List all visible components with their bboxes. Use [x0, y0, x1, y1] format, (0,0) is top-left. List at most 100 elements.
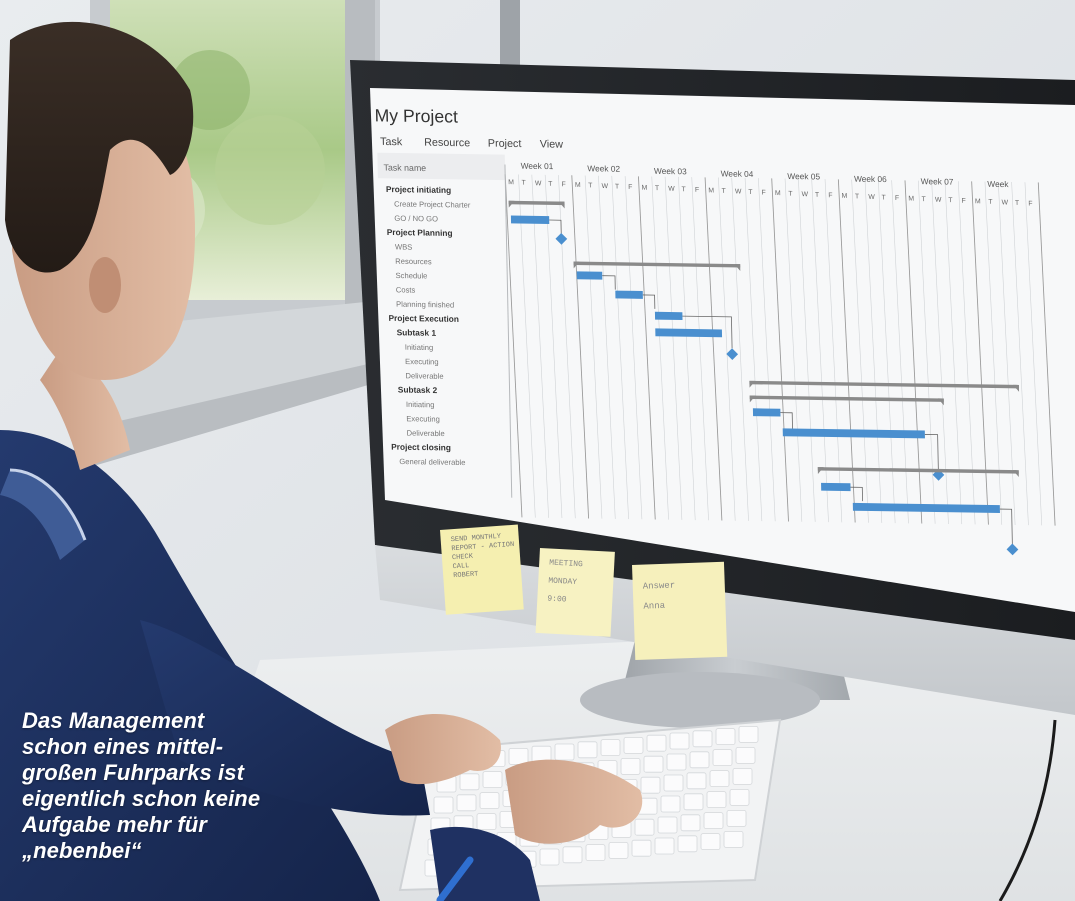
task-bar — [821, 482, 851, 492]
day-letter: W — [868, 194, 875, 201]
keyboard-key — [657, 816, 678, 834]
keyboard-key — [508, 748, 529, 765]
day-letter: W — [1002, 199, 1009, 206]
app-title: My Project — [374, 105, 458, 126]
keyboard-key — [726, 810, 747, 827]
task-bar — [615, 290, 643, 299]
keyboard-key — [738, 726, 759, 743]
sticky-note-text: Answer — [643, 581, 676, 592]
task-row[interactable]: Project initiating — [386, 184, 451, 195]
keyboard-key — [577, 741, 598, 759]
day-letter: M — [575, 182, 581, 189]
task-bar — [654, 311, 683, 321]
menu-item-resource[interactable]: Resource — [424, 137, 470, 150]
keyboard-key — [703, 812, 724, 829]
keyboard-key — [732, 768, 753, 785]
keyboard-key — [723, 831, 744, 848]
day-letter: M — [642, 185, 648, 192]
keyboard-key — [692, 730, 713, 748]
keyboard-key — [677, 835, 698, 853]
task-row[interactable]: Initiating — [406, 400, 435, 409]
keyboard-key — [683, 793, 704, 811]
task-row[interactable]: WBS — [395, 242, 413, 251]
task-row[interactable]: Initiating — [405, 343, 434, 352]
task-row[interactable]: Planning finished — [396, 300, 454, 310]
keyboard-key — [640, 776, 661, 794]
task-name-header: Task name — [383, 162, 426, 173]
task-row[interactable]: Create Project Charter — [394, 199, 471, 209]
photo-caption: Das Management schon eines mittel- große… — [22, 708, 322, 864]
week-label: Week 06 — [854, 174, 887, 185]
sticky-note-text: 9:00 — [547, 594, 567, 604]
keyboard-key — [689, 751, 710, 769]
week-label: Week 04 — [721, 168, 754, 179]
task-bar — [752, 408, 781, 417]
day-letter: F — [762, 190, 766, 197]
keyboard-key — [554, 743, 575, 761]
task-row[interactable]: Executing — [406, 414, 440, 424]
day-letter: W — [802, 191, 809, 198]
task-row[interactable]: Deliverable — [405, 371, 443, 381]
task-row[interactable]: General deliverable — [399, 457, 465, 467]
sticky-note-text: Anna — [643, 601, 666, 612]
task-row[interactable]: Subtask 1 — [397, 327, 437, 338]
day-letter: W — [668, 186, 675, 193]
caption-line: Aufgabe mehr für — [22, 812, 207, 837]
keyboard-key — [433, 796, 454, 814]
keyboard-key — [623, 737, 644, 754]
day-letter: F — [562, 181, 566, 188]
keyboard-key — [660, 795, 681, 813]
task-row[interactable]: Project Planning — [387, 227, 453, 238]
day-letter: W — [935, 197, 942, 204]
keyboard-key — [631, 839, 652, 857]
keyboard-key — [663, 774, 684, 792]
week-label: Week 05 — [787, 171, 820, 182]
task-row[interactable]: Subtask 2 — [398, 384, 438, 395]
keyboard-key — [700, 833, 721, 850]
day-letter: F — [962, 198, 966, 205]
menu-item-project[interactable]: Project — [488, 138, 522, 151]
keyboard-key — [476, 813, 497, 830]
keyboard-key — [643, 755, 664, 773]
keyboard-key — [620, 758, 641, 775]
task-row[interactable]: Executing — [405, 357, 439, 367]
day-letter: M — [975, 198, 981, 205]
task-row[interactable]: Resources — [395, 257, 432, 267]
day-letter: F — [695, 187, 699, 194]
task-row[interactable]: Schedule — [395, 271, 427, 280]
task-bar — [510, 215, 550, 224]
day-letter: M — [775, 190, 781, 197]
keyboard-key — [482, 771, 503, 788]
keyboard-key — [646, 734, 667, 752]
task-row[interactable]: Costs — [396, 285, 416, 294]
task-row[interactable]: Project closing — [391, 442, 451, 453]
day-letter: M — [842, 193, 848, 200]
keyboard-key — [686, 772, 707, 790]
sticky-note-1: SEND MONTHLYREPORT - ACTIONCHECKCALLROBE… — [440, 524, 524, 615]
keyboard-key — [562, 846, 583, 864]
day-letter: F — [895, 195, 899, 202]
keyboard-key — [712, 749, 733, 766]
day-letter: F — [1028, 200, 1032, 207]
caption-line: „nebenbei“ — [22, 838, 142, 863]
keyboard-key — [634, 818, 655, 836]
menu-item-view[interactable]: View — [540, 138, 564, 150]
photo-scene: My Project Task Resource Project View Task … — [0, 0, 1075, 901]
keyboard-key — [608, 842, 629, 859]
task-row[interactable]: GO / NO GO — [394, 214, 438, 224]
keyboard-key — [680, 814, 701, 832]
keyboard-key — [706, 791, 727, 808]
day-letter: M — [508, 179, 514, 186]
keyboard-key — [654, 837, 675, 855]
task-row[interactable]: Project Execution — [388, 313, 459, 324]
keyboard-key — [600, 739, 621, 756]
day-letter: W — [602, 183, 609, 190]
keyboard-key — [709, 770, 730, 787]
sticky-note-text: MONDAY — [548, 576, 577, 587]
week-label: Week — [987, 179, 1009, 189]
day-letter: F — [628, 184, 632, 191]
menu-item-task[interactable]: Task — [380, 136, 403, 148]
day-letter: W — [735, 188, 742, 195]
task-row[interactable]: Deliverable — [407, 429, 445, 439]
sticky-note-text: MEETING — [549, 559, 583, 570]
